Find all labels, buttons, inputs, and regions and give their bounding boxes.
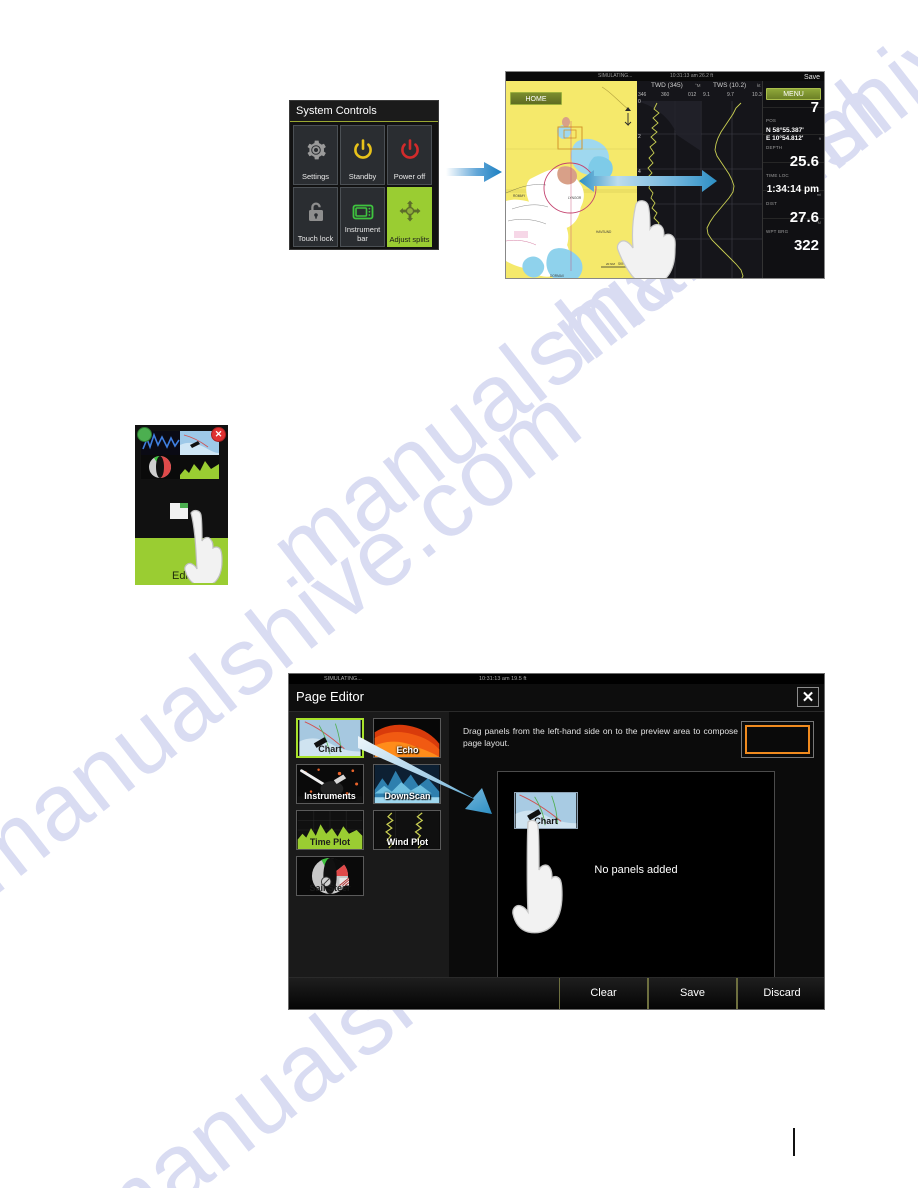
hand-pointer-icon <box>184 509 223 583</box>
status-clock: 10:31:13 am 26.2 ft <box>670 73 714 79</box>
data-field-key: DIST <box>766 201 778 206</box>
menu-button-label: MENU <box>783 91 804 98</box>
svg-text:LYNGOR: LYNGOR <box>568 196 582 200</box>
data-field-time-loc: TIME LOC 1:34:14 pm <box>763 163 824 195</box>
power-icon <box>400 139 419 159</box>
home-button-label: HOME <box>525 96 547 103</box>
simulating-label: SIMULATING... <box>324 676 362 682</box>
power-icon <box>353 139 372 159</box>
system-control-label: Adjust splits <box>389 235 430 244</box>
system-control-label: Instrument bar <box>344 225 381 243</box>
thumb-quadrant-sail-steer <box>141 455 180 479</box>
layout-preview-selector[interactable] <box>741 721 814 758</box>
data-field-dist: DIST mi 27.6 <box>763 191 824 226</box>
data-field-key: WPT BRG <box>766 229 789 234</box>
plot-tick: 346 <box>638 92 647 98</box>
save-label[interactable]: Save <box>804 74 820 81</box>
page-thumbnail <box>141 431 219 479</box>
data-field-pos: POS N 58°55.387' E 10°54.812' <box>763 108 824 142</box>
y-tick: 0 <box>638 99 641 105</box>
system-control-instrument-bar[interactable]: Instrument bar <box>340 187 385 247</box>
home-button[interactable]: HOME <box>510 92 562 105</box>
system-control-label: Touch lock <box>297 234 334 243</box>
simulating-label: SIMULATING... <box>598 73 633 79</box>
chartplotter-screenshot: SIMULATING... 10:31:13 am 26.2 ft ROMMY … <box>505 71 825 279</box>
flow-arrow-right-icon <box>446 162 502 182</box>
clear-button[interactable]: Clear <box>559 978 648 1009</box>
system-control-label: Power off <box>393 172 426 181</box>
instrument-data-bar: CMD 7 POS N 58°55.387' E 10°54.812' DEPT… <box>762 81 824 278</box>
plot-tick: 9.1 <box>703 92 710 98</box>
page-editor-footer: Clear Save Discard <box>289 977 824 1009</box>
close-icon[interactable]: ✕ <box>211 427 226 442</box>
data-field-value: 322 <box>793 237 819 254</box>
plot-title-twd: TWD (345) <box>651 82 683 89</box>
system-control-adjust-splits[interactable]: Adjust splits <box>387 187 432 247</box>
discard-button[interactable]: Discard <box>737 978 824 1009</box>
menu-button[interactable]: MENU <box>766 88 821 100</box>
plot-unit-twd: °M <box>695 83 701 88</box>
gear-icon <box>307 140 326 160</box>
palette-item-sail-steer[interactable]: Sail Steer <box>296 856 364 896</box>
page-editor-status-bar: SIMULATING... 10:31:13 am 19.5 ft <box>289 674 824 684</box>
data-field-unit: mi <box>816 192 821 197</box>
display-icon <box>352 204 373 220</box>
page-editor-title-bar: Page Editor ✕ <box>289 684 824 712</box>
hand-pointer-icon <box>512 820 563 934</box>
thumb-quadrant-time-plot <box>180 455 219 479</box>
data-field-key: TIME LOC <box>766 173 789 178</box>
data-field-wpt-brg: WPT BRG °M 322 <box>763 219 824 254</box>
system-control-power-off[interactable]: Power off <box>387 125 432 185</box>
chartplotter-status-bar: SIMULATING... 10:31:13 am 26.2 ft <box>506 72 824 81</box>
page-corner-marker <box>793 1128 795 1156</box>
system-control-touch-lock[interactable]: Touch lock <box>293 187 338 247</box>
page-thumbnail-edit-panel[interactable]: ✕ Edit <box>135 425 228 585</box>
data-field-key: POS <box>766 118 777 123</box>
data-field-key: DEPTH <box>766 145 783 150</box>
system-control-label: Settings <box>301 172 330 181</box>
y-tick: 2 <box>638 134 641 140</box>
data-field-unit: °M <box>816 220 821 225</box>
system-controls-grid: Settings Standby Power off Touch lock In… <box>290 122 438 249</box>
data-field-depth: DEPTH ft 25.6 <box>763 135 824 170</box>
system-control-label: Standby <box>348 172 377 181</box>
svg-text:DORMAX: DORMAX <box>550 274 565 278</box>
plot-tick: 360 <box>661 92 670 98</box>
palette-item-label: Sail Steer <box>309 883 351 893</box>
hand-pointer-icon <box>616 200 676 278</box>
plot-tick: 9.7 <box>727 92 734 98</box>
layout-preview-frame <box>745 725 810 754</box>
system-controls-title: System Controls <box>290 101 438 122</box>
palette-item-label: Time Plot <box>309 837 351 847</box>
four-way-arrow-icon <box>399 200 420 222</box>
page-title: Page Editor <box>296 689 364 704</box>
system-control-standby[interactable]: Standby <box>340 125 385 185</box>
padlock-icon <box>308 202 323 221</box>
page-editor-dialog: SIMULATING... 10:31:13 am 19.5 ft Page E… <box>288 673 825 1010</box>
add-page-button[interactable] <box>137 427 152 442</box>
page-preview-area[interactable]: No panels added Chart <box>497 771 775 983</box>
system-controls-dialog: System Controls Settings Standby Power o… <box>289 100 439 250</box>
svg-text:ROMMY: ROMMY <box>513 194 526 198</box>
plot-headers: TWD (345) °M TWS (10.2) kt 346 360 012 9… <box>637 81 765 101</box>
status-clock: 10:31:13 am 19.5 ft <box>479 676 527 682</box>
plot-title-tws: TWS (10.2) <box>713 82 747 89</box>
plot-tick: 10.3 <box>752 92 762 98</box>
data-field-unit: ft <box>818 136 821 141</box>
save-button[interactable]: Save <box>648 978 737 1009</box>
drag-arrow-icon <box>358 736 492 814</box>
close-icon[interactable]: ✕ <box>797 687 819 707</box>
palette-item-label: Wind Plot <box>386 837 429 847</box>
sail-steer-thumb-icon <box>141 455 180 479</box>
plot-tick: 012 <box>688 92 697 98</box>
plot-unit-tws: kt <box>757 83 761 88</box>
time-plot-thumb-icon <box>180 455 219 479</box>
system-control-settings[interactable]: Settings <box>293 125 338 185</box>
